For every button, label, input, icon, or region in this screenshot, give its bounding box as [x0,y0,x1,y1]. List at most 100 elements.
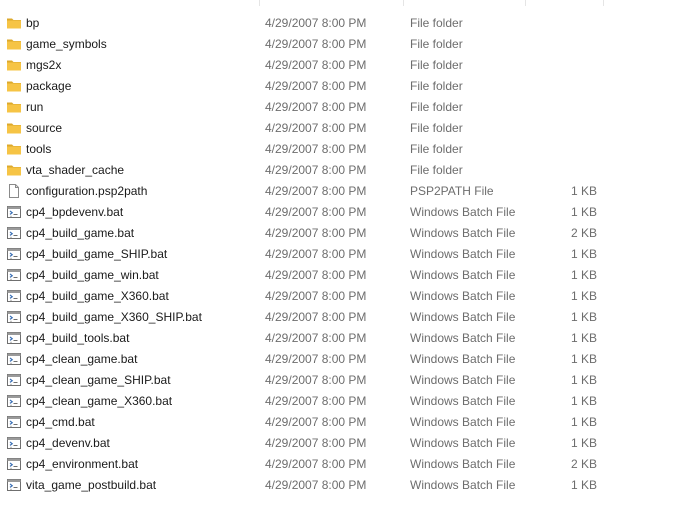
file-name: cp4_build_game_X360_SHIP.bat [26,310,202,324]
folder-icon [6,163,22,177]
batch-file-icon [6,289,22,303]
file-type: Windows Batch File [410,415,516,429]
file-row[interactable]: vta_shader_cache 4/29/2007 8:00 PM File fo… [0,160,692,181]
file-row[interactable]: cp4_bpdevenv.bat 4/29/2007 8:00 PM Windows… [0,202,692,223]
file-date-modified: 4/29/2007 8:00 PM [265,352,367,366]
file-date-modified: 4/29/2007 8:00 PM [265,268,367,282]
column-header-dividers [0,0,692,6]
file-size: 1 KB [570,394,597,408]
file-name: cp4_devenv.bat [26,436,110,450]
file-size: 1 KB [570,268,597,282]
file-type: Windows Batch File [410,310,516,324]
file-row[interactable]: cp4_environment.bat 4/29/2007 8:00 PM Wind… [0,454,692,475]
file-date-modified: 4/29/2007 8:00 PM [265,457,367,471]
file-row[interactable]: cp4_build_game_win.bat 4/29/2007 8:00 PM W… [0,265,692,286]
file-name: tools [26,142,52,156]
file-row[interactable]: cp4_build_game_SHIP.bat 4/29/2007 8:00 PM… [0,244,692,265]
file-name: cp4_clean_game_SHIP.bat [26,373,171,387]
file-date-modified: 4/29/2007 8:00 PM [265,58,367,72]
file-type: File folder [410,58,463,72]
file-name: cp4_build_game.bat [26,226,135,240]
file-date-modified: 4/29/2007 8:00 PM [265,100,367,114]
file-type: Windows Batch File [410,373,516,387]
file-row[interactable]: tools 4/29/2007 8:00 PM File folder [0,139,692,160]
folder-icon [6,37,22,51]
file-date-modified: 4/29/2007 8:00 PM [265,184,367,198]
batch-file-icon [6,394,22,408]
file-name: vita_game_postbuild.bat [26,478,157,492]
file-type: File folder [410,121,463,135]
file-name: package [26,79,72,93]
file-list-view: bp 4/29/2007 8:00 PM File folder game_symbo… [0,0,692,520]
file-row[interactable]: game_symbols 4/29/2007 8:00 PM File folder [0,34,692,55]
file-name: cp4_build_game_win.bat [26,268,159,282]
file-date-modified: 4/29/2007 8:00 PM [265,37,367,51]
file-name: source [26,121,63,135]
file-row[interactable]: run 4/29/2007 8:00 PM File folder [0,97,692,118]
file-date-modified: 4/29/2007 8:00 PM [265,16,367,30]
file-row[interactable]: package 4/29/2007 8:00 PM File folder [0,76,692,97]
file-size: 1 KB [570,352,597,366]
file-size: 1 KB [570,205,597,219]
file-size: 1 KB [570,247,597,261]
file-row[interactable]: cp4_devenv.bat 4/29/2007 8:00 PM Windows B… [0,433,692,454]
file-row[interactable]: cp4_clean_game_X360.bat 4/29/2007 8:00 PM… [0,391,692,412]
file-type: Windows Batch File [410,457,516,471]
file-row[interactable]: cp4_build_tools.bat 4/29/2007 8:00 PM Wind… [0,328,692,349]
column-divider[interactable] [259,0,260,6]
file-name: run [26,100,44,114]
file-date-modified: 4/29/2007 8:00 PM [265,478,367,492]
file-size: 1 KB [570,373,597,387]
file-row[interactable]: cp4_build_game.bat 4/29/2007 8:00 PM Windo… [0,223,692,244]
file-size: 1 KB [570,310,597,324]
file-row[interactable]: mgs2x 4/29/2007 8:00 PM File folder [0,55,692,76]
file-date-modified: 4/29/2007 8:00 PM [265,373,367,387]
file-name: cp4_clean_game_X360.bat [26,394,173,408]
file-row[interactable]: bp 4/29/2007 8:00 PM File folder [0,13,692,34]
file-date-modified: 4/29/2007 8:00 PM [265,205,367,219]
file-size: 1 KB [570,184,597,198]
file-size: 1 KB [570,415,597,429]
file-size: 2 KB [570,457,597,471]
file-type: File folder [410,142,463,156]
file-row[interactable]: cp4_cmd.bat 4/29/2007 8:00 PM Windows Batc… [0,412,692,433]
file-date-modified: 4/29/2007 8:00 PM [265,247,367,261]
file-date-modified: 4/29/2007 8:00 PM [265,163,367,177]
file-row[interactable]: cp4_clean_game_SHIP.bat 4/29/2007 8:00 PM… [0,370,692,391]
file-type: File folder [410,163,463,177]
file-name: configuration.psp2path [26,184,148,198]
file-size: 2 KB [570,226,597,240]
file-row[interactable]: vita_game_postbuild.bat 4/29/2007 8:00 PM… [0,475,692,496]
file-size: 1 KB [570,436,597,450]
file-size: 1 KB [570,331,597,345]
column-divider[interactable] [603,0,604,6]
file-row[interactable]: configuration.psp2path 4/29/2007 8:00 PM P… [0,181,692,202]
file-row[interactable]: source 4/29/2007 8:00 PM File folder [0,118,692,139]
file-type: File folder [410,79,463,93]
file-type: Windows Batch File [410,268,516,282]
file-type: File folder [410,37,463,51]
file-type: Windows Batch File [410,352,516,366]
file-row[interactable]: cp4_clean_game.bat 4/29/2007 8:00 PM Windo… [0,349,692,370]
file-type: Windows Batch File [410,436,516,450]
batch-file-icon [6,268,22,282]
file-name: cp4_clean_game.bat [26,352,138,366]
folder-icon [6,58,22,72]
file-name: vta_shader_cache [26,163,125,177]
file-icon [6,184,22,198]
file-type: Windows Batch File [410,331,516,345]
file-type: File folder [410,100,463,114]
file-name: cp4_build_game_SHIP.bat [26,247,168,261]
file-type: PSP2PATH File [410,184,494,198]
column-divider[interactable] [525,0,526,6]
file-name: cp4_environment.bat [26,457,139,471]
file-row[interactable]: cp4_build_game_X360_SHIP.bat 4/29/2007 8:… [0,307,692,328]
column-divider[interactable] [403,0,404,6]
folder-icon [6,121,22,135]
batch-file-icon [6,457,22,471]
file-row[interactable]: cp4_build_game_X360.bat 4/29/2007 8:00 PM… [0,286,692,307]
file-type: Windows Batch File [410,205,516,219]
file-date-modified: 4/29/2007 8:00 PM [265,394,367,408]
batch-file-icon [6,331,22,345]
file-date-modified: 4/29/2007 8:00 PM [265,436,367,450]
